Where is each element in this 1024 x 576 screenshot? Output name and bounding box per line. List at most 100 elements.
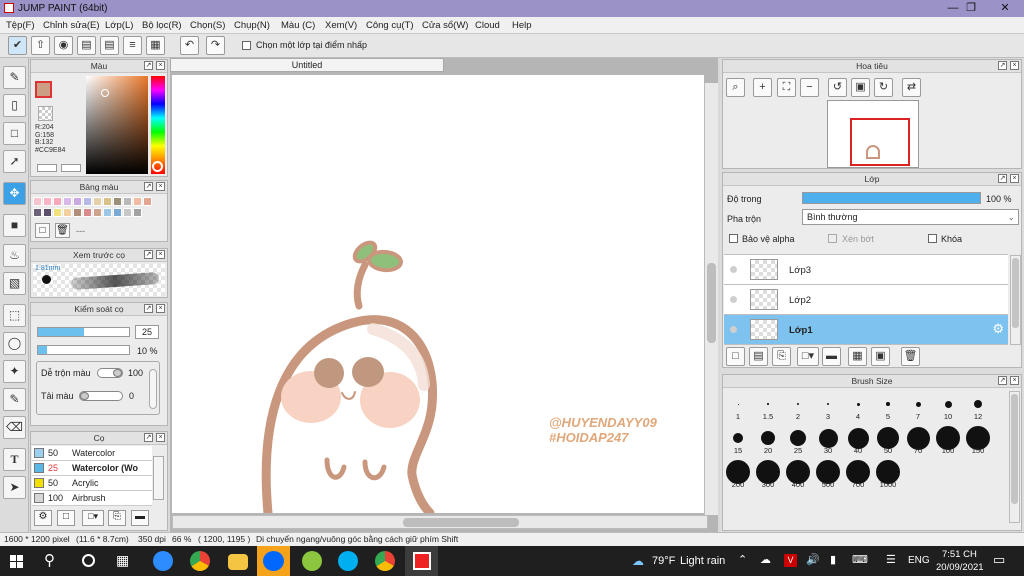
size-slider[interactable] (37, 327, 130, 337)
menu-help[interactable]: Help (512, 20, 532, 31)
color-option-button-2[interactable] (61, 164, 81, 172)
rotate-left-icon[interactable]: ↺ (828, 78, 847, 97)
menu-tools[interactable]: Công cụ(T) (366, 20, 414, 31)
skype-icon[interactable] (338, 551, 358, 571)
visibility-icon[interactable] (730, 266, 737, 273)
close-panel-icon[interactable]: × (1010, 376, 1019, 385)
cortana-icon[interactable] (82, 554, 95, 567)
grid-icon[interactable]: ▦ (146, 36, 165, 55)
size-value[interactable]: 25 (135, 325, 159, 339)
palette-swatch[interactable] (83, 208, 92, 217)
palette-swatch[interactable] (83, 197, 92, 206)
palette-swatch[interactable] (133, 197, 142, 206)
layer-options-icon[interactable]: □▾ (797, 347, 819, 366)
palette-swatch[interactable] (33, 197, 42, 206)
document-tab[interactable]: Untitled (170, 58, 444, 72)
palette-swatch[interactable] (53, 197, 62, 206)
lasso-tool-icon[interactable]: ◯ (3, 332, 26, 355)
brush-size-option[interactable]: 1 (723, 389, 753, 423)
layer-row[interactable]: Lớp3 (724, 255, 1008, 285)
palette-swatch[interactable] (73, 208, 82, 217)
brush-size-option[interactable]: 200 (723, 457, 753, 491)
clip-checkbox[interactable] (828, 234, 837, 243)
rect-select-tool-icon[interactable]: ⬚ (3, 304, 26, 327)
canvas-vertical-scrollbar[interactable] (704, 83, 718, 515)
onedrive-icon[interactable]: ☁ (760, 553, 771, 566)
folder-icon[interactable]: ▬ (822, 347, 841, 366)
undock-icon[interactable]: ↗ (144, 433, 153, 442)
palette-swatch[interactable] (33, 208, 42, 217)
new-layer-2-icon[interactable]: ▤ (749, 347, 768, 366)
select-eraser-tool-icon[interactable]: ⌫ (3, 416, 26, 439)
palette-swatch[interactable] (93, 197, 102, 206)
brush-list-item[interactable]: 25 Watercolor (Wo (32, 461, 152, 476)
folder-icon[interactable]: ▬ (131, 510, 149, 526)
close-panel-icon[interactable]: × (1010, 174, 1019, 183)
close-panel-icon[interactable]: × (156, 433, 165, 442)
blend-toggle[interactable] (97, 368, 123, 378)
control-scrollbar[interactable] (149, 369, 157, 409)
canvas-horizontal-scrollbar[interactable] (172, 515, 708, 529)
fill-rect-tool-icon[interactable]: ■ (3, 214, 26, 237)
new-palette-icon[interactable]: □ (35, 223, 50, 238)
comment-icon[interactable]: ◉ (54, 36, 73, 55)
rectangle-tool-icon[interactable]: □ (3, 122, 26, 145)
brush-size-option[interactable]: 20 (753, 423, 783, 457)
menu-color[interactable]: Màu (C) (281, 20, 315, 31)
palette-swatch[interactable] (73, 197, 82, 206)
bucket-tool-icon[interactable]: ♨ (3, 244, 26, 267)
windows-start-icon[interactable] (10, 555, 23, 568)
magic-wand-tool-icon[interactable]: ✦ (3, 360, 26, 383)
layer-row[interactable]: Lớp2 (724, 285, 1008, 315)
eraser-tool-icon[interactable]: ▯ (3, 94, 26, 117)
menu-filter[interactable]: Bộ lọc(R) (142, 20, 182, 31)
layer-opacity-slider[interactable] (802, 192, 981, 204)
brush-list-item[interactable]: 50 Acrylic (32, 476, 152, 491)
new-layer-icon[interactable]: □ (726, 347, 745, 366)
layer-row[interactable]: Lớp1 ⚙ (724, 315, 1008, 345)
palette-swatch[interactable] (103, 197, 112, 206)
weather-text[interactable]: Light rain (680, 555, 725, 567)
move-tool-icon[interactable]: ✥ (3, 182, 26, 205)
palette-swatch[interactable] (93, 208, 102, 217)
palette-menu[interactable]: --- (76, 226, 85, 236)
brush-size-option[interactable]: 25 (783, 423, 813, 457)
brush-size-option[interactable]: 1000 (873, 457, 903, 491)
delete-layer-icon[interactable]: 🗑 (901, 347, 920, 366)
close-panel-icon[interactable]: × (156, 182, 165, 191)
palette-swatch[interactable] (113, 197, 122, 206)
clock-time[interactable]: 7:51 CH (942, 549, 977, 560)
zoom-in-icon[interactable]: + (753, 78, 772, 97)
lock-checkbox[interactable] (928, 234, 937, 243)
export-icon[interactable]: ⇧ (31, 36, 50, 55)
menu-cloud[interactable]: Cloud (475, 20, 500, 31)
wifi-icon[interactable]: ☰ (886, 553, 896, 566)
brush-size-option[interactable]: 30 (813, 423, 843, 457)
drawing-canvas[interactable]: @HUYENDAYY09 #HOIDAP247 (172, 75, 704, 513)
brush-size-option[interactable]: 700 (843, 457, 873, 491)
color-option-button[interactable] (37, 164, 57, 172)
horizontal-scroll-thumb[interactable] (403, 518, 519, 527)
blend-mode-select[interactable]: Bình thường ⌄ (802, 209, 1019, 225)
palette-swatch[interactable] (63, 208, 72, 217)
select-layer-checkbox[interactable] (242, 41, 251, 50)
brush-list-item[interactable]: 100 Airbrush (32, 491, 152, 506)
clock-date[interactable]: 20/09/2021 (936, 562, 984, 573)
brush-size-option[interactable]: 40 (843, 423, 873, 457)
layer-move-icon[interactable]: ▣ (871, 347, 890, 366)
layer-scrollbar[interactable] (1010, 255, 1021, 345)
close-panel-icon[interactable]: × (156, 61, 165, 70)
undo-icon[interactable]: ↶ (180, 36, 199, 55)
zoom-icon[interactable]: ⌕ (726, 78, 745, 97)
check-icon[interactable]: ✔ (8, 36, 27, 55)
app-icon-green[interactable] (302, 551, 322, 571)
fit-icon[interactable]: ⛶ (777, 78, 796, 97)
palette-swatch[interactable] (143, 197, 152, 206)
visibility-icon[interactable] (730, 296, 737, 303)
brush-size-option[interactable]: 100 (933, 423, 963, 457)
brush-size-scroll-thumb[interactable] (1011, 394, 1018, 504)
palette-swatch[interactable] (43, 208, 52, 217)
keyboard-icon[interactable]: ⌨ (852, 553, 868, 566)
palette-swatch[interactable] (123, 197, 132, 206)
undock-icon[interactable]: ↗ (998, 376, 1007, 385)
